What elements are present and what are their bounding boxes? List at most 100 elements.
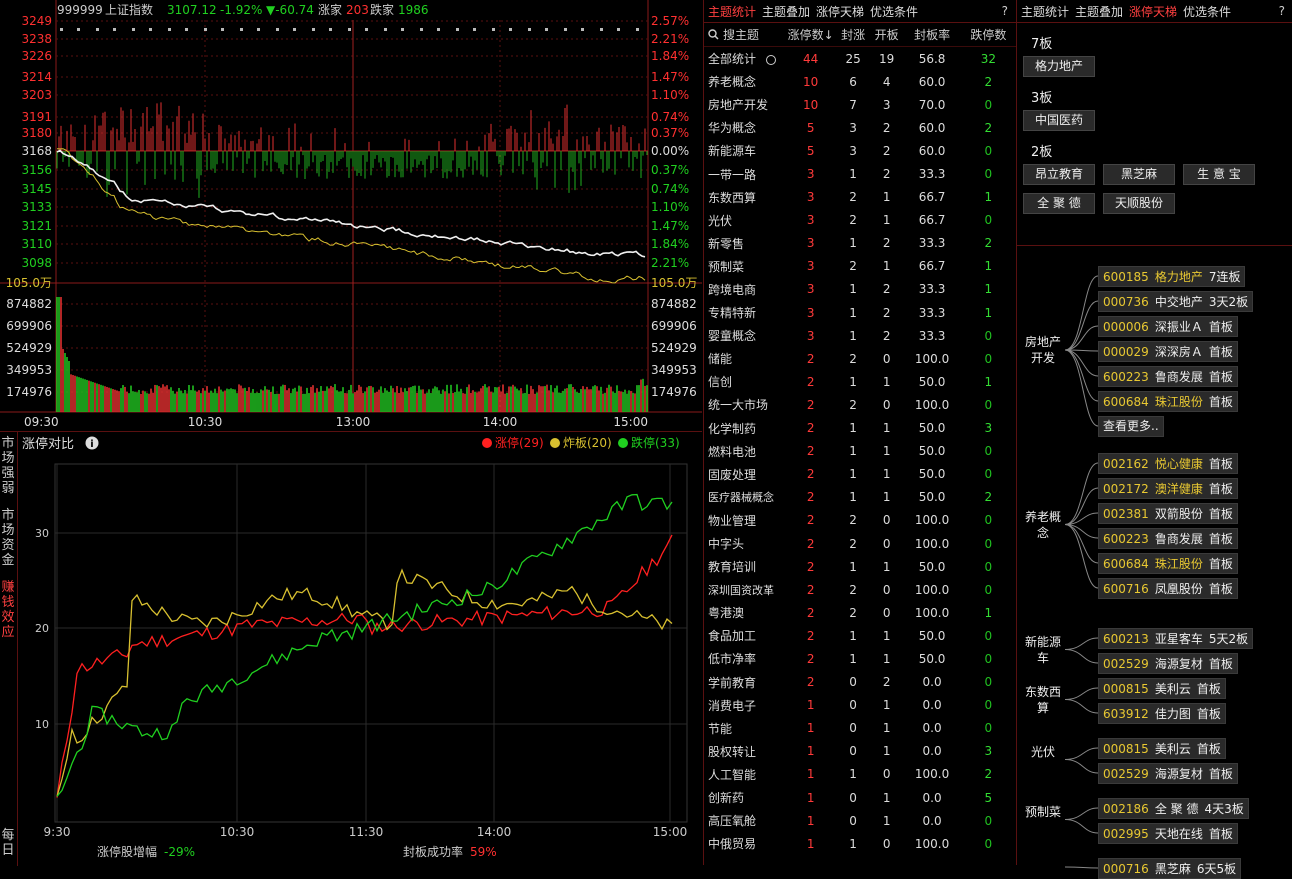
event-marker[interactable] — [617, 28, 620, 31]
help-icon[interactable]: ? — [1002, 4, 1008, 18]
stock-item[interactable]: 000006 深振业Ａ 首板 — [1098, 316, 1238, 337]
stock-item[interactable]: 002995 天地在线 首板 — [1098, 823, 1238, 844]
table-row[interactable]: 专精特新 3 1 2 33.3 1 — [704, 301, 1016, 324]
event-marker[interactable] — [473, 28, 476, 31]
event-marker[interactable] — [113, 28, 116, 31]
tab-preferred-conditions[interactable]: 优选条件 — [1183, 3, 1231, 20]
stock-item[interactable]: 002381 双箭股份 首板 — [1098, 503, 1238, 524]
stock-item[interactable]: 000815 美利云 首板 — [1098, 738, 1226, 759]
stock-item[interactable]: 600684 珠江股份 首板 — [1098, 391, 1238, 412]
table-row[interactable]: 东数西算 3 2 1 66.7 1 — [704, 186, 1016, 209]
stock-item[interactable]: 000029 深深房Ａ 首板 — [1098, 341, 1238, 362]
side-tab-market-funds[interactable]: 市场资金 — [0, 508, 16, 568]
table-row[interactable]: 统一大市场 2 2 0 100.0 0 — [704, 393, 1016, 416]
ladder-stock-button[interactable]: 全 聚 德 — [1023, 193, 1095, 214]
tab-limit-ladder[interactable]: 涨停天梯 — [1129, 3, 1177, 20]
table-row[interactable]: 预制菜 3 2 1 66.7 1 — [704, 255, 1016, 278]
ladder-stock-button[interactable]: 昂立教育 — [1023, 164, 1095, 185]
table-row[interactable]: 中字头 2 2 0 100.0 0 — [704, 532, 1016, 555]
event-marker[interactable] — [492, 28, 495, 31]
stock-item[interactable]: 002172 澳洋健康 首板 — [1098, 478, 1238, 499]
event-marker[interactable] — [60, 28, 63, 31]
circle-icon[interactable] — [766, 54, 777, 65]
ladder-stock-button[interactable]: 生 意 宝 — [1183, 164, 1255, 185]
table-row[interactable]: 固废处理 2 1 1 50.0 0 — [704, 463, 1016, 486]
event-marker[interactable] — [312, 28, 315, 31]
table-row[interactable]: 房地产开发 10 7 3 70.0 0 — [704, 93, 1016, 116]
stock-item[interactable]: 002529 海源复材 首板 — [1098, 653, 1238, 674]
side-tab-profit-effect[interactable]: 赚钱效应 — [0, 580, 16, 640]
stock-item[interactable]: 600223 鲁商发展 首板 — [1098, 366, 1238, 387]
stock-item[interactable]: 600213 亚星客车 5天2板 — [1098, 628, 1254, 649]
tab-theme-stats[interactable]: 主题统计 — [1021, 3, 1069, 20]
col-limit-up-count[interactable]: 涨停数↓ — [785, 26, 836, 43]
table-row[interactable]: 消费电子 1 0 1 0.0 0 — [704, 694, 1016, 717]
tab-theme-stats[interactable]: 主题统计 — [708, 3, 756, 20]
help-icon[interactable]: ? — [1279, 4, 1285, 18]
tab-preferred-conditions[interactable]: 优选条件 — [870, 3, 918, 20]
table-row[interactable]: 一带一路 3 1 2 33.3 0 — [704, 162, 1016, 185]
event-marker[interactable] — [437, 28, 440, 31]
col-seal-rate[interactable]: 封板率 — [903, 26, 960, 43]
table-row[interactable]: 食品加工 2 1 1 50.0 0 — [704, 624, 1016, 647]
tab-limit-ladder[interactable]: 涨停天梯 — [816, 3, 864, 20]
event-marker[interactable] — [329, 28, 332, 31]
table-row[interactable]: 跨境电商 3 1 2 33.3 1 — [704, 278, 1016, 301]
ladder-stock-button[interactable]: 天顺股份 — [1103, 193, 1175, 214]
tab-theme-overlay[interactable]: 主题叠加 — [762, 3, 810, 20]
search-theme-button[interactable]: 搜主题 — [704, 26, 785, 43]
stock-item[interactable]: 000716 黑芝麻 6天5板 — [1098, 858, 1242, 879]
table-row[interactable]: 中俄贸易 1 1 0 100.0 0 — [704, 832, 1016, 855]
info-icon[interactable]: i — [85, 436, 99, 451]
table-row[interactable]: 新零售 3 1 2 33.3 2 — [704, 232, 1016, 255]
table-row[interactable]: 粤港澳 2 2 0 100.0 1 — [704, 601, 1016, 624]
table-row[interactable]: 信创 2 1 1 50.0 1 — [704, 370, 1016, 393]
table-row[interactable]: 燃料电池 2 1 1 50.0 0 — [704, 440, 1016, 463]
event-marker[interactable] — [384, 28, 387, 31]
ladder-stock-button[interactable]: 黑芝麻 — [1103, 164, 1175, 185]
side-tab-market-strength[interactable]: 市场强弱 — [0, 436, 16, 496]
table-row[interactable]: 股权转让 1 0 1 0.0 3 — [704, 740, 1016, 763]
col-limit-down-count[interactable]: 跌停数 — [961, 26, 1016, 43]
tab-theme-overlay[interactable]: 主题叠加 — [1075, 3, 1123, 20]
stock-item[interactable]: 000736 中交地产 3天2板 — [1098, 291, 1254, 312]
stock-item[interactable]: 600684 珠江股份 首板 — [1098, 553, 1238, 574]
table-row[interactable]: 光伏 3 2 1 66.7 0 — [704, 209, 1016, 232]
stock-item[interactable]: 603912 佳力图 首板 — [1098, 703, 1226, 724]
event-marker[interactable] — [420, 28, 423, 31]
table-row[interactable]: 物业管理 2 2 0 100.0 0 — [704, 509, 1016, 532]
table-row[interactable]: 高压氧舱 1 0 1 0.0 0 — [704, 809, 1016, 832]
table-row[interactable]: 储能 2 2 0 100.0 0 — [704, 347, 1016, 370]
table-row-total[interactable]: 全部统计 44 25 19 56.8 32 — [704, 47, 1016, 70]
event-marker[interactable] — [581, 28, 584, 31]
event-marker[interactable] — [149, 28, 152, 31]
event-marker[interactable] — [348, 28, 351, 31]
table-row[interactable]: 创新药 1 0 1 0.0 5 — [704, 786, 1016, 809]
event-marker[interactable] — [401, 28, 404, 31]
table-row[interactable]: 化学制药 2 1 1 50.0 3 — [704, 417, 1016, 440]
stock-item[interactable]: 600185 格力地产 7连板 — [1098, 266, 1246, 287]
event-marker[interactable] — [185, 28, 188, 31]
ladder-stock-button[interactable]: 格力地产 — [1023, 56, 1095, 77]
table-row[interactable]: 新能源车 5 3 2 60.0 0 — [704, 139, 1016, 162]
side-tab-daily[interactable]: 每日 — [0, 828, 16, 858]
event-marker[interactable] — [257, 28, 260, 31]
view-more-button[interactable]: 查看更多.. — [1098, 416, 1164, 437]
stock-item[interactable]: 000815 美利云 首板 — [1098, 678, 1226, 699]
event-marker[interactable] — [365, 28, 368, 31]
event-marker[interactable] — [528, 28, 531, 31]
event-marker[interactable] — [636, 28, 639, 31]
event-marker[interactable] — [77, 28, 80, 31]
table-row[interactable]: 华为概念 5 3 2 60.0 2 — [704, 116, 1016, 139]
table-row[interactable]: 医疗器械概念 2 1 1 50.0 2 — [704, 486, 1016, 509]
table-row[interactable]: 深圳国资改革 2 2 0 100.0 0 — [704, 578, 1016, 601]
stock-item[interactable]: 002186 全 聚 德 4天3板 — [1098, 798, 1249, 819]
col-sealed[interactable]: 封涨 — [836, 26, 870, 43]
table-row[interactable]: 节能 1 0 1 0.0 0 — [704, 717, 1016, 740]
event-marker[interactable] — [221, 28, 224, 31]
table-row[interactable]: 学前教育 2 0 2 0.0 0 — [704, 671, 1016, 694]
stock-item[interactable]: 600223 鲁商发展 首板 — [1098, 528, 1238, 549]
event-marker[interactable] — [545, 28, 548, 31]
table-row[interactable]: 教育培训 2 1 1 50.0 0 — [704, 555, 1016, 578]
ladder-stock-button[interactable]: 中国医药 — [1023, 110, 1095, 131]
